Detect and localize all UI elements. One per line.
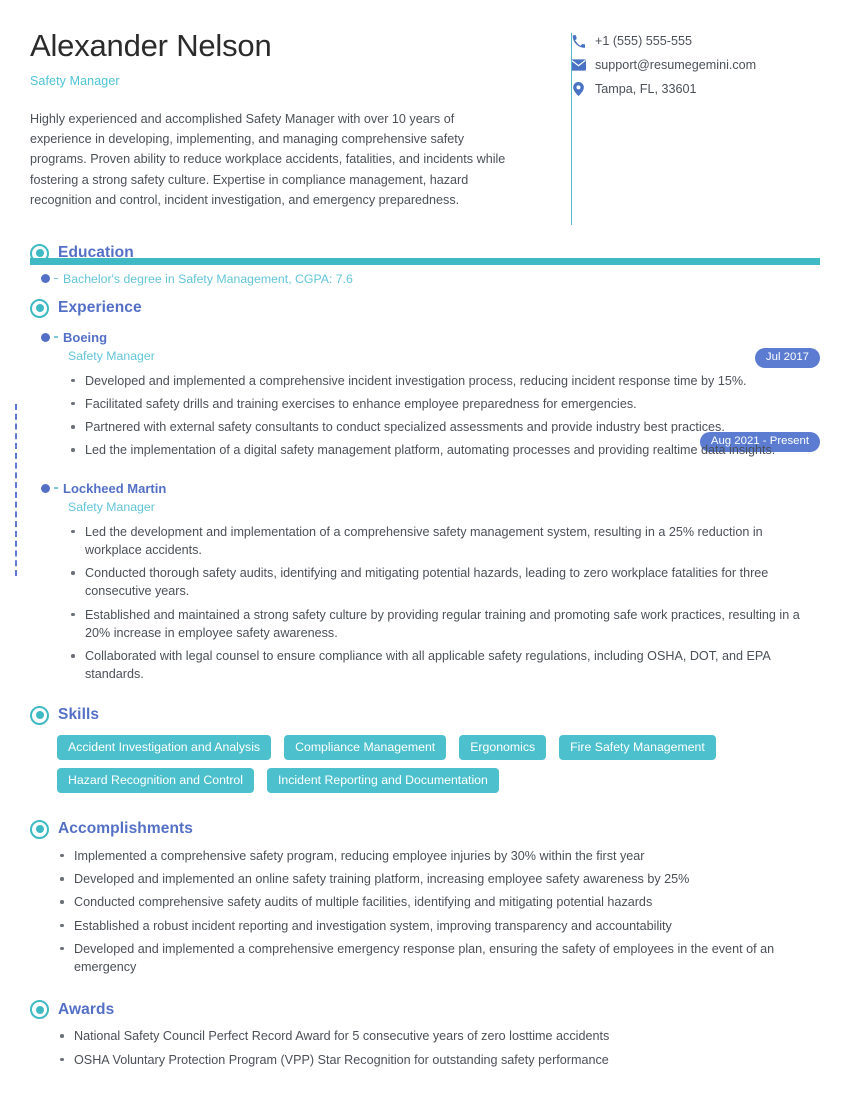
bullet-dash-icon [54, 336, 58, 338]
experience-company-name: Boeing [63, 329, 108, 345]
experience-entries: Boeing Safety Manager Developed and impl… [30, 330, 820, 684]
target-dot-icon [30, 1000, 49, 1020]
page-title: Alexander Nelson [30, 28, 272, 63]
education-entry: Bachelor's degree in Safety Management, … [30, 272, 820, 286]
map-pin-icon [570, 82, 586, 96]
awards-points: National Safety Council Perfect Record A… [57, 1027, 820, 1069]
resume-header: Alexander Nelson Safety Manager Highly e… [30, 0, 820, 225]
header-left-column: Alexander Nelson Safety Manager Highly e… [30, 28, 541, 211]
experience-role-title: Safety Manager [68, 499, 155, 514]
section-header-skills: Skills [30, 705, 820, 725]
skill-chip: Ergonomics [459, 734, 547, 760]
contact-phone-value: +1 (555) 555-555 [595, 34, 692, 48]
list-item: Developed and implemented a comprehensiv… [68, 372, 820, 390]
bullet-dash-icon [54, 487, 58, 489]
section-header-experience: Experience [30, 298, 820, 318]
timeline-dot-icon [41, 483, 50, 493]
list-item: National Safety Council Perfect Record A… [57, 1027, 820, 1045]
section-title-experience: Experience [58, 299, 142, 317]
skill-chip: Hazard Recognition and Control [57, 767, 254, 793]
job-title: Safety Manager [30, 73, 120, 88]
resume-page: Alexander Nelson Safety Manager Highly e… [0, 0, 850, 1100]
experience-role-title: Safety Manager [68, 348, 155, 363]
target-dot-icon [30, 819, 49, 839]
section-accomplishments: Accomplishments Implemented a comprehens… [30, 819, 820, 977]
contact-email-row: support@resumegemini.com [570, 58, 756, 72]
contact-location-row: Tampa, FL, 33601 [570, 82, 756, 96]
section-header-accomplishments: Accomplishments [30, 819, 820, 839]
header-vertical-divider [571, 33, 572, 225]
bullet-dash-icon [54, 277, 58, 280]
list-item: Collaborated with legal counsel to ensur… [68, 647, 820, 684]
contact-email-value: support@resumegemini.com [595, 58, 757, 72]
section-divider-bar [30, 258, 820, 265]
target-dot-icon [30, 298, 49, 318]
list-item: Implemented a comprehensive safety progr… [57, 847, 820, 865]
bullet-dot-icon [41, 274, 50, 284]
list-item: Developed and implemented a comprehensiv… [57, 940, 820, 977]
experience-entry-lockheed-martin: Lockheed Martin Safety Manager Led the d… [41, 481, 820, 684]
experience-entry-header: Boeing [41, 330, 820, 345]
phone-icon [570, 34, 586, 48]
experience-timeline-line [15, 404, 17, 576]
accomplishments-points: Implemented a comprehensive safety progr… [57, 847, 820, 977]
section-title-skills: Skills [58, 706, 100, 724]
skills-chip-list: Accident Investigation and Analysis Comp… [57, 734, 817, 793]
list-item: Established a robust incident reporting … [57, 917, 820, 935]
list-item: Led the implementation of a digital safe… [68, 441, 820, 459]
section-skills: Skills Accident Investigation and Analys… [30, 705, 820, 793]
contact-block: +1 (555) 555-555 support@resumegemini.co… [541, 28, 756, 106]
contact-phone-row: +1 (555) 555-555 [570, 34, 756, 48]
skill-chip: Incident Reporting and Documentation [267, 767, 499, 793]
skill-chip: Accident Investigation and Analysis [57, 734, 272, 760]
list-item: Partnered with external safety consultan… [68, 418, 820, 436]
experience-company-name: Lockheed Martin [63, 480, 167, 496]
section-header-awards: Awards [30, 1000, 820, 1020]
list-item: OSHA Voluntary Protection Program (VPP) … [57, 1051, 820, 1069]
section-awards: Awards National Safety Council Perfect R… [30, 1000, 820, 1069]
skill-chip: Fire Safety Management [559, 734, 716, 760]
list-item: Facilitated safety drills and training e… [68, 395, 820, 413]
list-item: Led the development and implementation o… [68, 523, 820, 560]
resume-body: Education Bachelor's degree in Safety Ma… [15, 211, 820, 1069]
profile-summary: Highly experienced and accomplished Safe… [30, 111, 506, 208]
education-degree-text: Bachelor's degree in Safety Management, … [63, 271, 353, 286]
experience-entry-header: Lockheed Martin [41, 481, 820, 496]
skill-chip: Compliance Management [284, 734, 447, 760]
list-item: Established and maintained a strong safe… [68, 606, 820, 643]
list-item: Conducted comprehensive safety audits of… [57, 893, 820, 911]
experience-entry-boeing: Boeing Safety Manager Developed and impl… [41, 330, 820, 460]
experience-points: Developed and implemented a comprehensiv… [68, 372, 820, 460]
experience-points: Led the development and implementation o… [68, 523, 820, 684]
section-title-awards: Awards [58, 1000, 115, 1018]
timeline-dot-icon [41, 332, 50, 342]
target-dot-icon [30, 705, 49, 725]
envelope-icon [570, 59, 586, 71]
section-experience: Experience Boeing Safety Manager Develop… [15, 298, 820, 684]
list-item: Conducted thorough safety audits, identi… [68, 564, 820, 601]
list-item: Developed and implemented an online safe… [57, 870, 820, 888]
section-title-accomplishments: Accomplishments [58, 820, 194, 838]
contact-location-value: Tampa, FL, 33601 [595, 82, 697, 96]
